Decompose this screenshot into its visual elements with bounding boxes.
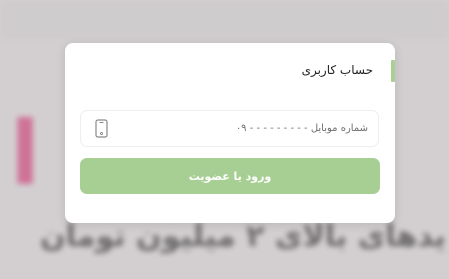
login-or-register-button[interactable]: ورود یا عضویت [80, 158, 380, 194]
modal-title: حساب کاربری [301, 63, 373, 77]
mobile-phone-icon [95, 119, 108, 138]
phone-number-field[interactable]: شماره موبایل - - - - - - - - - ۰۹ [80, 110, 379, 147]
page: سال ا یدهای بالای ۲ میلیون تومان حساب کا… [0, 0, 449, 279]
account-modal: حساب کاربری شماره موبایل - - - - - - - -… [65, 43, 395, 223]
title-accent-bar [391, 60, 395, 82]
phone-number-placeholder: شماره موبایل - - - - - - - - - ۰۹ [235, 123, 368, 134]
